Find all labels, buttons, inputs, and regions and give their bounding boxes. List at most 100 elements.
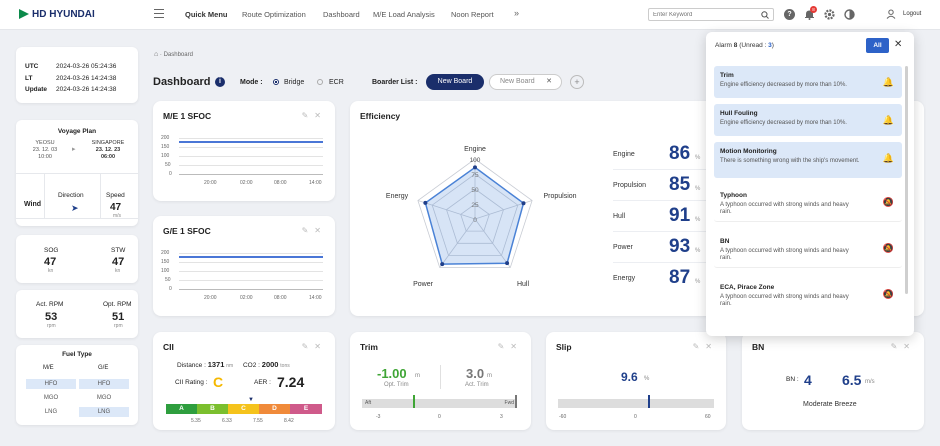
- trim-opt-marker: [413, 395, 415, 408]
- hamburger-menu-icon[interactable]: [154, 9, 164, 18]
- board-tab-close-icon[interactable]: ✕: [546, 75, 552, 89]
- edit-icon[interactable]: ✎: [302, 111, 315, 120]
- logo[interactable]: HD HYUNDAI: [18, 8, 95, 20]
- me-sfoc-title: M/E 1 SFOC: [163, 111, 212, 121]
- radar-tick: 50: [471, 187, 479, 194]
- cii-scale-b: B: [197, 404, 228, 414]
- opt-trim-value: -1.00: [377, 366, 407, 381]
- efficiency-row-label: Energy: [613, 275, 636, 282]
- alarm-item[interactable]: Hull Fouling Engine efficiency decreased…: [714, 104, 902, 136]
- home-icon[interactable]: ⌂: [154, 51, 158, 58]
- add-board-button[interactable]: +: [570, 75, 584, 89]
- menu-me-load-analysis[interactable]: M/E Load Analysis: [373, 10, 435, 19]
- utc-label: UTC: [25, 63, 39, 70]
- search-box[interactable]: [648, 8, 774, 21]
- x-tick: 02:00: [240, 295, 253, 301]
- double-chevron-right-icon[interactable]: »: [514, 8, 519, 18]
- time-card: UTC 2024-03-26 05:24:36 LT 2024-03-26 14:2…: [16, 47, 138, 103]
- board-tab[interactable]: New Board ✕: [489, 74, 562, 90]
- bn-card: BN ✎✕ BN : 4 6.5 m/s Moderate Breeze: [742, 332, 924, 430]
- cii-distance-value: 1371: [207, 360, 225, 369]
- menu-quick-menu[interactable]: Quick Menu: [185, 10, 228, 19]
- slip-marker: [648, 395, 650, 408]
- efficiency-row-unit: %: [695, 155, 701, 161]
- voyage-to-time: 06:00: [100, 154, 116, 160]
- mode-ecr-radio[interactable]: [317, 79, 323, 85]
- info-icon[interactable]: i: [215, 77, 225, 87]
- gear-icon[interactable]: [824, 9, 835, 20]
- edit-icon[interactable]: ✎: [302, 342, 315, 351]
- logout-link[interactable]: Logout: [903, 11, 921, 17]
- cii-aer-value: 7.24: [277, 374, 305, 390]
- bell-unread-icon: 🔔: [882, 115, 894, 125]
- close-icon[interactable]: ✕: [510, 342, 523, 351]
- efficiency-row-unit: %: [695, 186, 701, 192]
- efficiency-row: Power 93%: [613, 232, 709, 263]
- mode-bridge-radio[interactable]: [273, 79, 279, 85]
- alarm-item[interactable]: BN A typhoon occurred with strong winds …: [714, 232, 902, 268]
- board-tab-active-label: New Board: [437, 78, 473, 85]
- menu-dashboard[interactable]: Dashboard: [323, 10, 360, 19]
- close-icon[interactable]: ✕: [314, 111, 327, 120]
- slip-title: Slip: [556, 342, 572, 352]
- fuel-ge-label: G/E: [98, 365, 109, 371]
- cii-threshold: 8.42: [284, 418, 294, 424]
- slip-unit: %: [644, 376, 650, 382]
- cii-co2-label: CO2 :: [242, 362, 260, 369]
- alarm-item-desc: A typhoon occurred with strong winds and…: [720, 294, 849, 307]
- fuel-ge-mgo: MGO: [96, 395, 112, 401]
- radar-axis-label: Engine: [464, 146, 486, 153]
- edit-icon[interactable]: ✎: [498, 342, 511, 351]
- menu-noon-report[interactable]: Noon Report: [451, 10, 494, 19]
- close-icon[interactable]: ✕: [705, 342, 718, 351]
- alarm-item[interactable]: Typhoon A typhoon occurred with strong w…: [714, 186, 902, 222]
- trim-card: Trim ✎✕ -1.00 m Opt. Trim 3.0 m Act. Tri…: [350, 332, 531, 430]
- efficiency-values-list: Engine 86% Propulsion 85% Hull 91% Power 93%…: [613, 139, 713, 299]
- menu-route-optimization[interactable]: Route Optimization: [242, 10, 306, 19]
- alarm-item[interactable]: Motion Monitoring There is something wro…: [714, 142, 902, 178]
- alarm-item[interactable]: ECA, Pirace Zone A typhoon occurred with…: [714, 278, 902, 314]
- cii-rating-scale: A B C D E ▼: [166, 397, 322, 414]
- close-icon[interactable]: ✕: [903, 342, 916, 351]
- efficiency-title: Efficiency: [360, 111, 401, 121]
- slip-tick: 60: [705, 414, 711, 420]
- efficiency-row-value: 91: [669, 205, 691, 226]
- breadcrumb-dashboard[interactable]: Dashboard: [164, 52, 193, 58]
- board-tab-active[interactable]: New Board: [426, 74, 484, 90]
- alarm-item-desc: Engine efficiency decreased by more than…: [720, 82, 847, 88]
- edit-icon[interactable]: ✎: [693, 342, 706, 351]
- mode-ecr-label[interactable]: ECR: [329, 79, 344, 86]
- edit-icon[interactable]: ✎: [302, 226, 315, 235]
- alarm-close-icon[interactable]: ✕: [894, 39, 902, 50]
- notification-count-badge: 8: [810, 6, 817, 13]
- lt-label: LT: [25, 74, 33, 82]
- wind-speed-label: Speed: [106, 192, 125, 199]
- update-label: Update: [25, 86, 48, 93]
- alarm-item[interactable]: Trim Engine efficiency decreased by more…: [714, 66, 902, 98]
- mode-bridge-label[interactable]: Bridge: [284, 79, 304, 86]
- search-icon[interactable]: [761, 11, 769, 19]
- alarm-title: Alarm: [715, 42, 732, 49]
- cii-aer-label: AER :: [254, 379, 271, 386]
- search-input[interactable]: [653, 9, 753, 20]
- x-tick: 02:00: [240, 180, 253, 186]
- voyage-to-port: SINGAPORE: [91, 140, 125, 146]
- edit-icon[interactable]: ✎: [891, 342, 904, 351]
- act-rpm-value: 53: [45, 311, 58, 323]
- efficiency-row: Energy 87%: [613, 263, 709, 294]
- alarm-all-button[interactable]: All: [866, 38, 889, 53]
- close-icon[interactable]: ✕: [314, 342, 327, 351]
- notification-bell-icon[interactable]: 8: [804, 6, 817, 22]
- alarm-scrollbar[interactable]: [905, 66, 908, 294]
- alarm-item-title: Trim: [720, 72, 734, 79]
- radar-tick: 25: [471, 202, 479, 209]
- slip-card: Slip ✎✕ 9.6 % -60 0 60: [546, 332, 726, 430]
- opt-trim-unit: m: [415, 373, 420, 379]
- wind-label: Wind: [24, 201, 42, 208]
- dashboard-gauge-icon[interactable]: [844, 9, 855, 20]
- cii-pointer-icon: ▼: [248, 397, 254, 403]
- close-icon[interactable]: ✕: [314, 226, 327, 235]
- help-icon[interactable]: ?: [784, 9, 795, 20]
- logo-mark-icon: [19, 9, 29, 19]
- lt-value: 2024-03-26 14:24:38: [56, 74, 117, 82]
